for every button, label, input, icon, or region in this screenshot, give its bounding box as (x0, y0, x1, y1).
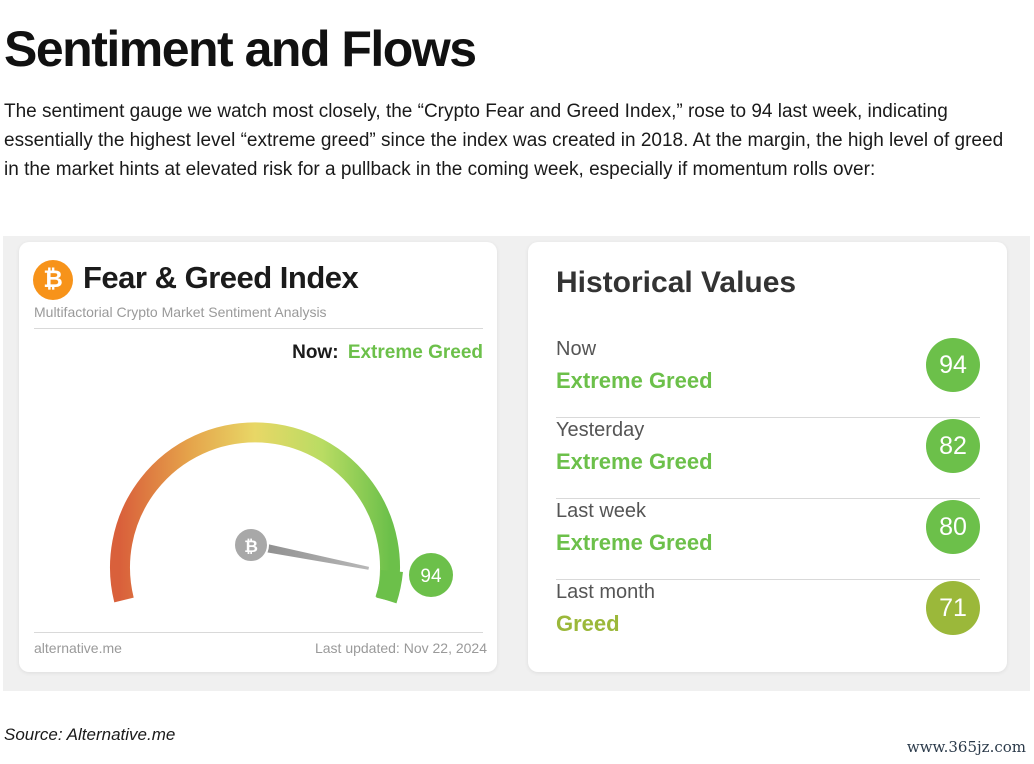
gauge-hub-bitcoin-icon: ₿ (244, 537, 258, 557)
watermark: www.365jz.com (906, 738, 1026, 756)
history-row-last-week: Last week Extreme Greed 80 (556, 500, 980, 580)
gauge-arc (110, 422, 400, 603)
history-classification: Extreme Greed (556, 530, 713, 555)
gauge-footer-source: alternative.me (34, 640, 122, 656)
history-classification: Extreme Greed (556, 368, 713, 393)
history-value-badge: 80 (926, 500, 980, 554)
intro-paragraph: The sentiment gauge we watch most closel… (4, 101, 1004, 180)
history-value-badge: 94 (926, 338, 980, 392)
gauge-footer-updated: Last updated: Nov 22, 2024 (314, 640, 487, 656)
history-row-now: Now Extreme Greed 94 (556, 338, 980, 418)
gauge-dial: ₿ 94 (110, 422, 453, 604)
history-label: Now (556, 338, 597, 360)
source-caption: Source: Alternative.me (4, 725, 176, 744)
history-label: Yesterday (556, 419, 645, 441)
history-row-yesterday: Yesterday Extreme Greed 82 (556, 419, 980, 499)
history-classification: Greed (556, 611, 620, 636)
history-divider (556, 498, 980, 499)
history-label: Last week (556, 500, 647, 522)
page-title: Sentiment and Flows (4, 21, 477, 77)
history-value-badge: 82 (926, 419, 980, 473)
gauge-value: 94 (420, 566, 442, 587)
historical-title: Historical Values (556, 266, 797, 299)
history-classification: Extreme Greed (556, 449, 713, 474)
history-label: Last month (556, 581, 655, 603)
history-divider (556, 417, 980, 418)
history-divider (556, 579, 980, 580)
gauge-footer-divider (34, 632, 483, 633)
historical-values-card: Historical Values Now Extreme Greed 94 Y… (528, 242, 1007, 672)
history-row-last-month: Last month Greed 71 (556, 581, 980, 661)
gauge-card: ₿ Fear & Greed Index Multifactorial Cryp… (19, 242, 497, 672)
gauge-current-segment (375, 569, 403, 604)
history-value-badge: 71 (926, 581, 980, 635)
fear-greed-figure: ₿ Fear & Greed Index Multifactorial Cryp… (3, 236, 1030, 691)
